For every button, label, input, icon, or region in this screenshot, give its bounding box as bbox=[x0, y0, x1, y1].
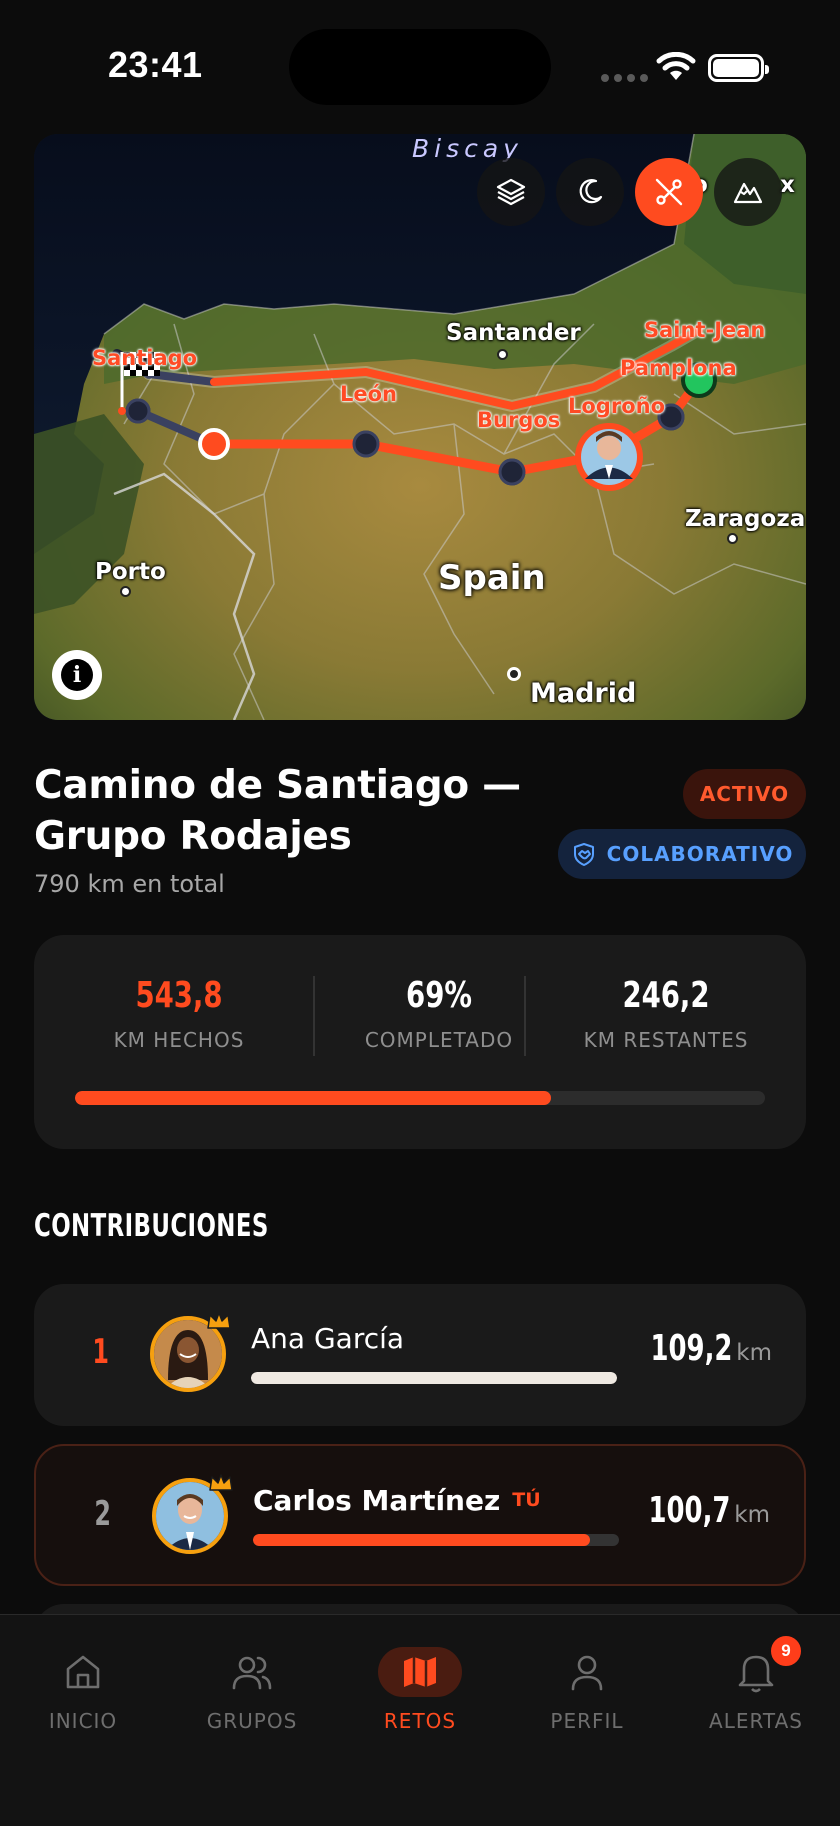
stop-label-saint-jean: Saint-Jean bbox=[644, 318, 766, 342]
nav-item-grupos[interactable]: GRUPOS bbox=[182, 1645, 322, 1733]
rank: 1 bbox=[92, 1332, 109, 1372]
map-icon bbox=[404, 1657, 436, 1687]
status-bar: 23:41 bbox=[0, 0, 840, 120]
stat-value: 246,2 bbox=[622, 975, 710, 1016]
contribution-km: 100,7 km bbox=[628, 1490, 770, 1531]
nav-item-retos[interactable]: RETOS bbox=[350, 1645, 490, 1733]
challenge-title: Camino de Santiago — Grupo Rodajes bbox=[34, 760, 554, 862]
status-badge: ACTIVO bbox=[683, 769, 806, 819]
stat-label: COMPLETADO bbox=[364, 1028, 514, 1052]
contributor-name-text: Carlos Martínez bbox=[253, 1484, 501, 1517]
city-label-madrid: Madrid bbox=[530, 678, 637, 709]
nav-label: RETOS bbox=[383, 1709, 457, 1733]
handshake-icon bbox=[573, 843, 594, 866]
km-value: 109,2 bbox=[650, 1328, 733, 1369]
stop-label-leon: León bbox=[340, 382, 398, 406]
stat-label: KM HECHOS bbox=[113, 1028, 245, 1052]
city-label: x bbox=[780, 172, 795, 198]
contribution-bar-fill bbox=[251, 1372, 617, 1384]
contribution-row[interactable]: 1 Ana García 109,2 km bbox=[34, 1284, 806, 1426]
city-label-porto: Porto bbox=[95, 559, 166, 585]
contributor-name: Carlos Martínez TÚ bbox=[253, 1484, 541, 1517]
signal-icon bbox=[601, 74, 648, 82]
battery-icon bbox=[708, 54, 769, 82]
city-dot bbox=[497, 349, 508, 360]
bottom-nav: INICIO GRUPOS RETOS PERFIL 9 ALERTAS bbox=[0, 1614, 840, 1826]
stop-label-pamplona: Pamplona bbox=[620, 356, 737, 380]
moon-icon bbox=[579, 179, 603, 204]
status-time: 23:41 bbox=[108, 44, 203, 85]
map-info-button[interactable]: i bbox=[52, 650, 102, 700]
notification-badge: 9 bbox=[768, 1633, 804, 1669]
route-map[interactable]: Biscay o x Santander Porto Zaragoza Madr… bbox=[34, 134, 806, 720]
country-label: Spain bbox=[438, 558, 546, 598]
stat-label: KM RESTANTES bbox=[583, 1028, 749, 1052]
current-position-marker bbox=[198, 428, 230, 460]
stats-card: 543,8 KM HECHOS 69% COMPLETADO 246,2 KM … bbox=[34, 935, 806, 1149]
progress-fill bbox=[75, 1091, 552, 1105]
crown-icon bbox=[207, 1312, 231, 1329]
stat-value: 69% bbox=[406, 975, 472, 1016]
stop-label-logrono: Logroño bbox=[568, 394, 666, 418]
city-dot bbox=[507, 667, 521, 681]
contribution-row-me[interactable]: 2 Carlos Martínez TÚ 100,7 km bbox=[34, 1444, 806, 1586]
contributor-name: Ana García bbox=[251, 1322, 405, 1355]
nav-label: GRUPOS bbox=[206, 1709, 298, 1733]
terrain-button[interactable] bbox=[714, 158, 782, 226]
nav-label: ALERTAS bbox=[709, 1709, 803, 1733]
city-dot bbox=[727, 533, 738, 544]
divider bbox=[313, 976, 315, 1056]
stat-value: 543,8 bbox=[135, 975, 223, 1016]
night-mode-button[interactable] bbox=[556, 158, 624, 226]
contribution-km: 109,2 km bbox=[630, 1328, 772, 1369]
route-icon bbox=[655, 178, 683, 206]
users-icon bbox=[232, 1656, 272, 1690]
type-badge: COLABORATIVO bbox=[558, 829, 806, 879]
nav-item-inicio[interactable]: INICIO bbox=[13, 1645, 153, 1733]
route-button[interactable] bbox=[635, 158, 703, 226]
user-icon bbox=[571, 1655, 603, 1691]
route-line bbox=[118, 352, 717, 491]
city-label-zaragoza: Zaragoza bbox=[685, 506, 806, 532]
city-label-santander: Santander bbox=[446, 320, 581, 346]
km-value: 100,7 bbox=[648, 1490, 731, 1531]
stop-label-santiago: Santiago bbox=[92, 346, 198, 370]
km-unit: km bbox=[734, 1502, 770, 1528]
nav-label: INICIO bbox=[48, 1709, 118, 1733]
contribution-bar bbox=[251, 1372, 617, 1384]
contribution-bar-fill bbox=[253, 1534, 590, 1546]
challenge-distance: 790 km en total bbox=[34, 870, 225, 898]
user-avatar-marker bbox=[575, 423, 643, 491]
dynamic-island bbox=[289, 29, 551, 105]
avatar bbox=[152, 1474, 233, 1554]
contribution-bar bbox=[253, 1534, 619, 1546]
challenge-progress-bar bbox=[75, 1091, 765, 1105]
info-icon: i bbox=[61, 659, 93, 691]
rank: 2 bbox=[94, 1494, 111, 1534]
city-dot bbox=[120, 586, 131, 597]
stop-label-burgos: Burgos bbox=[477, 408, 561, 432]
avatar bbox=[150, 1312, 231, 1392]
stat-percent: 69% COMPLETADO bbox=[334, 975, 544, 1052]
crown-icon bbox=[209, 1474, 233, 1491]
nav-item-alertas[interactable]: 9 ALERTAS bbox=[686, 1633, 826, 1733]
title-line: Grupo Rodajes bbox=[34, 814, 352, 859]
km-unit: km bbox=[736, 1340, 772, 1366]
title-line: Camino de Santiago — bbox=[34, 763, 521, 808]
wifi-icon bbox=[656, 52, 696, 80]
you-tag: TÚ bbox=[512, 1489, 541, 1511]
divider bbox=[524, 976, 526, 1056]
stat-km-done: 543,8 KM HECHOS bbox=[74, 975, 284, 1052]
stat-km-remaining: 246,2 KM RESTANTES bbox=[546, 975, 786, 1052]
terrain-icon bbox=[733, 182, 763, 204]
layers-button[interactable] bbox=[477, 158, 545, 226]
layers-icon bbox=[496, 178, 526, 206]
home-icon bbox=[66, 1655, 100, 1689]
nav-item-perfil[interactable]: PERFIL bbox=[517, 1645, 657, 1733]
nav-label: PERFIL bbox=[550, 1709, 624, 1733]
section-title: CONTRIBUCIONES bbox=[34, 1208, 269, 1244]
type-badge-label: COLABORATIVO bbox=[606, 842, 794, 866]
